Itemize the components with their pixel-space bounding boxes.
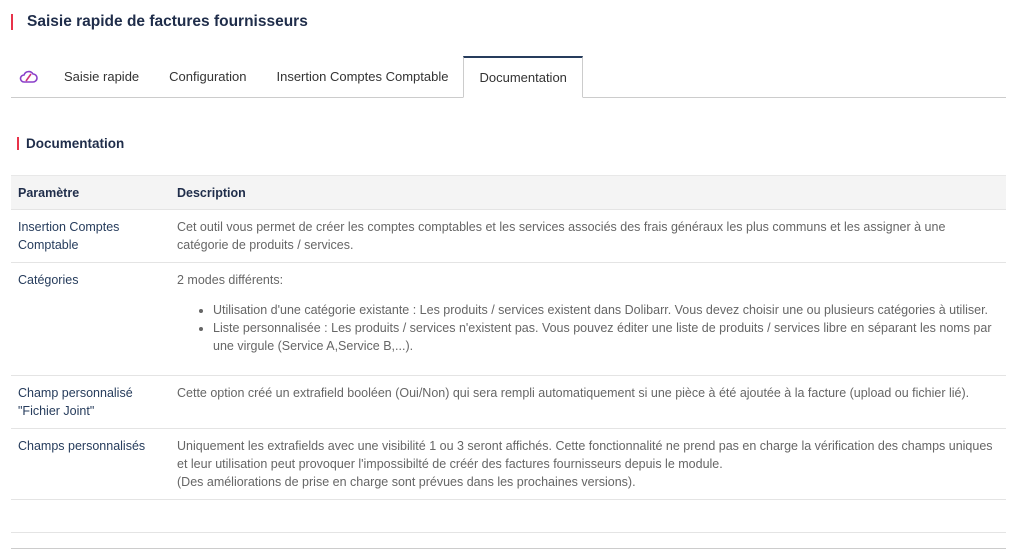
table-header-row: Paramètre Description [11, 175, 1006, 210]
description-cell: Uniquement les extrafields avec une visi… [170, 428, 1006, 500]
param-cell: Insertion Comptes Comptable [11, 209, 170, 263]
accent-bar [11, 14, 13, 30]
tab-insertion-comptes-comptable[interactable]: Insertion Comptes Comptable [261, 56, 463, 97]
accent-bar [17, 137, 19, 150]
empty-cell [11, 499, 1006, 533]
tab-bar: Saisie rapide Configuration Insertion Co… [11, 56, 1006, 98]
description-note: (Des améliorations de prise en charge so… [177, 475, 636, 489]
description-text: 2 modes différents: [177, 273, 284, 287]
list-item: Liste personnalisée : Les produits / ser… [213, 319, 999, 355]
documentation-table: Paramètre Description Insertion Comptes … [11, 175, 1006, 533]
list-item: Utilisation d'une catégorie existante : … [213, 301, 999, 319]
section-header: Documentation [17, 136, 124, 151]
tab-configuration[interactable]: Configuration [154, 56, 261, 97]
table-row: Insertion Comptes Comptable Cet outil vo… [11, 209, 1006, 263]
section-title: Documentation [26, 136, 125, 151]
column-header-description: Description [170, 175, 1006, 210]
table-row: Champs personnalisés Uniquement les extr… [11, 428, 1006, 500]
bullet-list: Utilisation d'une catégorie existante : … [177, 301, 999, 355]
divider [11, 548, 1006, 549]
cloud-link-icon [9, 56, 49, 97]
description-text: Uniquement les extrafields avec une visi… [177, 439, 993, 471]
tab-saisie-rapide[interactable]: Saisie rapide [49, 56, 154, 97]
description-cell: Cette option créé un extrafield booléen … [170, 375, 1006, 429]
table-row: Catégories 2 modes différents: Utilisati… [11, 262, 1006, 376]
param-cell: Champs personnalisés [11, 428, 170, 500]
description-cell: Cet outil vous permet de créer les compt… [170, 209, 1006, 263]
tab-documentation[interactable]: Documentation [463, 56, 583, 98]
page-header: Saisie rapide de factures fournisseurs [11, 12, 308, 32]
table-row: Champ personnalisé "Fichier Joint" Cette… [11, 375, 1006, 429]
description-cell: 2 modes différents: Utilisation d'une ca… [170, 262, 1006, 376]
column-header-parametre: Paramètre [11, 175, 170, 210]
param-cell: Catégories [11, 262, 170, 376]
page-title: Saisie rapide de factures fournisseurs [27, 13, 308, 30]
empty-row [11, 499, 1006, 533]
param-cell: Champ personnalisé "Fichier Joint" [11, 375, 170, 429]
